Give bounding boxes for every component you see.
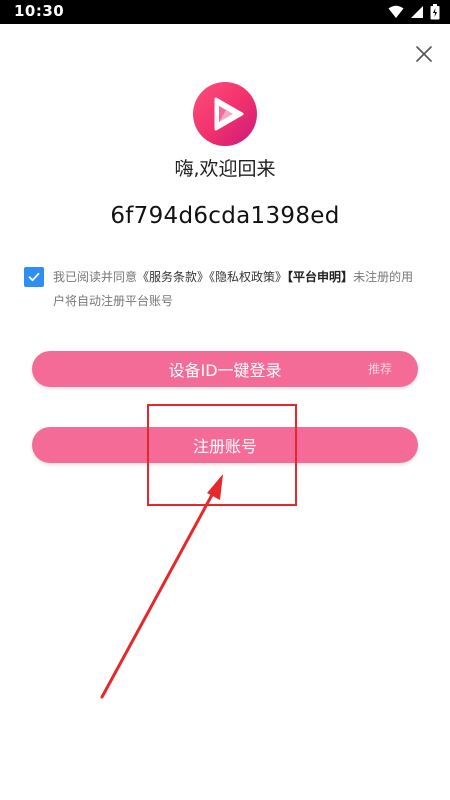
- agreement-checkbox[interactable]: [24, 267, 44, 287]
- platform-statement-link[interactable]: 【平台申明】: [287, 270, 353, 284]
- device-id: 6f794d6cda1398ed: [110, 203, 340, 229]
- device-id-login-button[interactable]: 设备ID一键登录 推荐: [32, 351, 418, 387]
- agreement-text: 我已阅读并同意《服务条款》《隐私权政策》【平台申明】未注册的用户将自动注册平台账…: [53, 265, 421, 313]
- status-icons: [388, 4, 440, 20]
- recommend-tag: 推荐: [367, 362, 392, 376]
- checkmark-icon: [28, 272, 40, 282]
- app-logo-icon: [193, 82, 257, 146]
- device-id-login-label: 设备ID一键登录: [168, 361, 282, 380]
- privacy-link[interactable]: 《隐私权政策》: [209, 270, 287, 284]
- close-icon: [416, 46, 432, 62]
- close-button[interactable]: [408, 38, 440, 70]
- battery-icon: [430, 4, 440, 20]
- welcome-title: 嗨,欢迎回来: [174, 158, 276, 180]
- annotation-highlight-box: [147, 404, 297, 506]
- status-bar: 10:30: [0, 0, 450, 24]
- wifi-icon: [388, 5, 404, 18]
- signal-icon: [411, 6, 423, 18]
- status-time: 10:30: [14, 2, 65, 20]
- terms-link[interactable]: 《服务条款》: [137, 270, 209, 284]
- agreement-prefix: 我已阅读并同意: [53, 270, 138, 284]
